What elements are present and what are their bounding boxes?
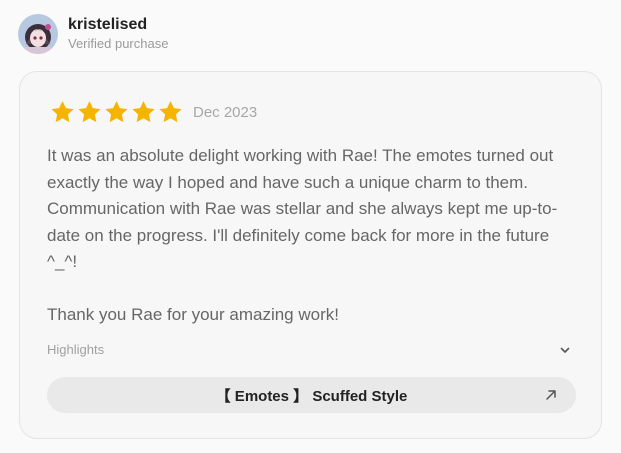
star-rating (49, 99, 184, 125)
verified-badge: Verified purchase (68, 36, 169, 51)
rating-row: Dec 2023 (49, 99, 257, 125)
review-card: Dec 2023 It was an absolute delight work… (19, 71, 602, 439)
star-icon (105, 100, 128, 123)
review-page: kristelised Verified purchase Dec 2023 I… (0, 0, 621, 453)
listing-tag-button[interactable]: 【 Emotes 】 Scuffed Style (47, 377, 576, 413)
star-icon (132, 100, 155, 123)
star-icon (159, 100, 182, 123)
listing-tag-label: 【 Emotes 】 Scuffed Style (215, 387, 408, 405)
review-date: Dec 2023 (193, 103, 258, 121)
highlights-toggle[interactable]: Highlights (47, 342, 571, 357)
chevron-down-icon[interactable] (559, 344, 571, 356)
username[interactable]: kristelised (68, 15, 168, 35)
reviewer-header: kristelised Verified purchase (18, 14, 168, 54)
star-icon (78, 100, 101, 123)
highlights-label: Highlights (47, 342, 105, 357)
avatar[interactable] (18, 14, 58, 54)
reviewer-info: kristelised Verified purchase (68, 15, 168, 53)
arrow-up-right-icon (546, 390, 556, 400)
review-text: It was an absolute delight working with … (47, 146, 558, 324)
star-icon (51, 100, 74, 123)
